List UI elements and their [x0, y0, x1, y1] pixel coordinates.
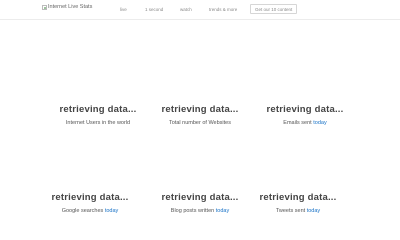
stat-value: retrieving data... [59, 104, 137, 115]
today-link[interactable]: today [105, 208, 118, 214]
stat-blog-posts: retrieving data... Blog posts written to… [145, 192, 255, 214]
logo-alt-text: Internet Live Stats [48, 4, 93, 10]
stat-value: retrieving data... [51, 192, 129, 203]
stat-google-searches: retrieving data... Google searches today [35, 192, 145, 214]
stat-label-text: Emails sent [283, 120, 312, 126]
nav-watch-link[interactable]: watch [180, 7, 192, 12]
stat-label: Blog posts written today [145, 208, 255, 214]
top-navbar: Internet Live Stats live 1 second watch … [0, 0, 400, 20]
stat-tweets-sent: retrieving data... Tweets sent today [243, 192, 353, 214]
site-logo[interactable]: Internet Live Stats [42, 4, 92, 10]
nav-1-second-link[interactable]: 1 second [145, 7, 163, 12]
nav-trends-link[interactable]: trends & more [209, 7, 237, 12]
stat-label: Internet Users in the world [43, 120, 153, 126]
stat-label-text: Tweets sent [275, 208, 306, 214]
stat-label-text: Blog posts written [170, 208, 215, 214]
stat-total-websites: retrieving data... Total number of Websi… [145, 104, 255, 126]
stat-label: Google searches today [35, 208, 145, 214]
today-link[interactable]: today [216, 208, 229, 214]
get-content-button[interactable]: Get our 10 content [250, 4, 298, 14]
today-link[interactable]: today [313, 120, 326, 126]
stat-label: Total number of Websites [145, 120, 255, 126]
stat-value: retrieving data... [266, 104, 344, 115]
broken-image-icon [42, 4, 47, 10]
today-link[interactable]: today [307, 208, 320, 214]
stat-value: retrieving data... [161, 192, 239, 203]
stat-value: retrieving data... [161, 104, 239, 115]
stat-label: Tweets sent today [243, 208, 353, 214]
stat-label: Emails sent today [250, 120, 360, 126]
stat-internet-users: retrieving data... Internet Users in the… [43, 104, 153, 126]
stat-label-text: Total number of Websites [169, 120, 231, 126]
stat-emails-sent: retrieving data... Emails sent today [250, 104, 360, 126]
stat-value: retrieving data... [259, 192, 337, 203]
nav-live-link[interactable]: live [120, 7, 127, 12]
stat-label-text: Internet Users in the world [65, 120, 131, 126]
stat-label-text: Google searches [61, 208, 104, 214]
